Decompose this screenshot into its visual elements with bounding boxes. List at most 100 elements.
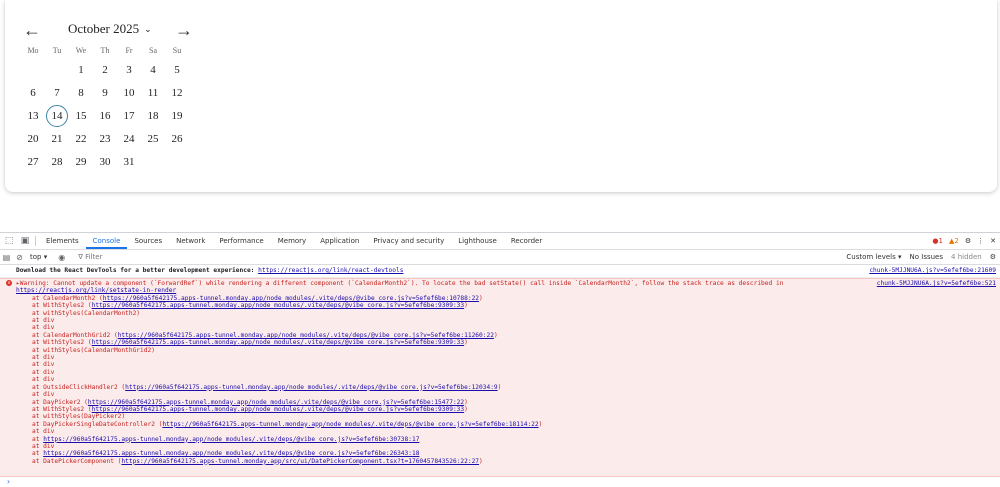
calendar-day-today[interactable]: 14 — [45, 104, 69, 127]
frame-source-link[interactable]: https://960a5f642175.apps-tunnel.monday.… — [162, 421, 538, 428]
stack-frame: at div — [0, 354, 1000, 361]
close-devtools-icon[interactable]: ✕ — [990, 237, 996, 245]
calendar-day[interactable]: 6 — [21, 81, 45, 104]
calendar-day[interactable]: 17 — [117, 104, 141, 127]
live-expression-eye-icon[interactable]: ◉ — [55, 253, 68, 262]
warning-header[interactable]: ✕ ▸Warning: Cannot update a component (`… — [0, 280, 1000, 287]
frame-source-link[interactable]: https://960a5f642175.apps-tunnel.monday.… — [103, 295, 479, 302]
tab-elements[interactable]: Elements — [39, 233, 86, 249]
frame-source-link[interactable]: https://960a5f642175.apps-tunnel.monday.… — [92, 406, 465, 413]
calendar-day[interactable]: 21 — [45, 127, 69, 150]
react-devtools-link[interactable]: https://reactjs.org/link/react-devtools — [258, 267, 403, 274]
warning-source-link[interactable]: chunk-5MJJNU6A.js?v=5efef6be:521 — [877, 280, 996, 287]
day-number: 28 — [51, 155, 63, 168]
tab-privacy-and-security[interactable]: Privacy and security — [366, 233, 451, 249]
calendar-day[interactable]: 16 — [93, 104, 117, 127]
calendar-day[interactable]: 25 — [141, 127, 165, 150]
day-number: 24 — [123, 132, 135, 145]
tab-sources[interactable]: Sources — [127, 233, 169, 249]
calendar-day[interactable]: 5 — [165, 58, 189, 81]
next-month-button[interactable]: → — [173, 20, 195, 40]
stack-frame: at CalendarMonth2 (https://960a5f642175.… — [0, 295, 1000, 302]
inspect-element-icon[interactable]: ⬚ — [2, 234, 16, 248]
stack-frame: at DatePickerComponent (https://960a5f64… — [0, 458, 1000, 465]
calendar-day[interactable]: 18 — [141, 104, 165, 127]
weekday-label: Th — [100, 46, 110, 55]
calendar-day[interactable]: 24 — [117, 127, 141, 150]
tab-application[interactable]: Application — [313, 233, 366, 249]
clear-console-icon[interactable]: ⊘ — [13, 253, 26, 262]
error-count-badge[interactable]: ●1 — [932, 237, 943, 245]
frame-name: at div — [32, 391, 55, 399]
frame-name: at WithStyles2 ( — [32, 339, 92, 347]
hidden-count: 4 hidden — [951, 253, 982, 261]
settings-gear-icon[interactable]: ⚙ — [965, 237, 971, 245]
calendar-day[interactable]: 9 — [93, 81, 117, 104]
frame-source-link[interactable]: https://960a5f642175.apps-tunnel.monday.… — [43, 436, 419, 443]
message-source-link[interactable]: chunk-5MJJNU6A.js?v=5efef6be:21609 — [869, 265, 996, 277]
day-number: 7 — [54, 86, 60, 99]
calendar-day[interactable]: 27 — [21, 150, 45, 173]
prev-month-button[interactable]: ← — [21, 20, 43, 40]
frame-suffix: ) — [493, 331, 498, 339]
warning-text: ▸Warning: Cannot update a component (`Fo… — [16, 280, 784, 287]
calendar-day[interactable]: 22 — [69, 127, 93, 150]
weekday-label: We — [75, 46, 87, 55]
calendar-day[interactable]: 7 — [45, 81, 69, 104]
frame-source-link[interactable]: https://960a5f642175.apps-tunnel.monday.… — [43, 450, 419, 457]
setstate-in-render-link[interactable]: https://reactjs.org/link/setstate-in-ren… — [16, 287, 176, 294]
device-toolbar-icon[interactable]: ▣ — [18, 234, 32, 248]
frame-source-link[interactable]: https://960a5f642175.apps-tunnel.monday.… — [92, 302, 465, 309]
calendar-day[interactable]: 11 — [141, 81, 165, 104]
tab-memory[interactable]: Memory — [271, 233, 313, 249]
calendar-day[interactable]: 23 — [93, 127, 117, 150]
weekday-header: Mo Tu We Th Fr Sa Su — [21, 46, 189, 55]
weekday-label: Sa — [149, 46, 157, 55]
log-levels-dropdown[interactable]: Custom levels ▾ — [846, 253, 901, 261]
warning-count-badge[interactable]: ▲2 — [949, 237, 959, 245]
issues-button[interactable]: No Issues — [910, 253, 944, 261]
calendar-day[interactable]: 4 — [141, 58, 165, 81]
day-number: 14 — [46, 104, 68, 127]
calendar-day[interactable]: 31 — [117, 150, 141, 173]
more-options-icon[interactable]: ⋮ — [977, 237, 984, 245]
context-select[interactable]: top ▾ — [30, 253, 47, 261]
frame-suffix: ) — [464, 302, 468, 310]
tab-recorder[interactable]: Recorder — [504, 233, 549, 249]
weekday-label: Fr — [125, 46, 133, 55]
month-year-dropdown[interactable]: October 2025 ⌄ — [68, 21, 152, 37]
filter-input[interactable]: ∇ Filter — [78, 253, 102, 261]
calendar-day[interactable]: 15 — [69, 104, 93, 127]
calendar-day[interactable]: 10 — [117, 81, 141, 104]
calendar-day[interactable]: 1 — [69, 58, 93, 81]
frame-name: at div — [32, 442, 55, 450]
frame-source-link[interactable]: https://960a5f642175.apps-tunnel.monday.… — [88, 399, 464, 406]
calendar-day[interactable]: 26 — [165, 127, 189, 150]
tab-performance[interactable]: Performance — [212, 233, 270, 249]
sidebar-toggle-icon[interactable]: ▤ — [0, 253, 13, 262]
frame-source-link[interactable]: https://960a5f642175.apps-tunnel.monday.… — [125, 384, 498, 391]
calendar-day[interactable]: 3 — [117, 58, 141, 81]
frame-source-link[interactable]: https://960a5f642175.apps-tunnel.monday.… — [121, 458, 479, 465]
console-settings-gear-icon[interactable]: ⚙ — [990, 253, 996, 261]
calendar-day[interactable]: 20 — [21, 127, 45, 150]
tab-console[interactable]: Console — [85, 233, 128, 249]
calendar-day-grid: 1 2 3 4 5 6 7 8 9 10 11 12 13 14 15 16 17 18 19 20 21 22 23 24 2… — [21, 58, 189, 173]
day-number: 22 — [75, 132, 87, 145]
calendar-day[interactable]: 13 — [21, 104, 45, 127]
calendar-day[interactable]: 29 — [69, 150, 93, 173]
calendar-day[interactable]: 30 — [93, 150, 117, 173]
frame-name: at WithStyles2 ( — [32, 302, 92, 310]
calendar-day[interactable]: 2 — [93, 58, 117, 81]
calendar-day[interactable]: 12 — [165, 81, 189, 104]
day-number: 9 — [102, 86, 108, 99]
calendar-day[interactable]: 8 — [69, 81, 93, 104]
tab-lighthouse[interactable]: Lighthouse — [451, 233, 504, 249]
calendar-day[interactable]: 19 — [165, 104, 189, 127]
tab-network[interactable]: Network — [169, 233, 212, 249]
calendar-day[interactable]: 28 — [45, 150, 69, 173]
frame-source-link[interactable]: https://960a5f642175.apps-tunnel.monday.… — [118, 332, 494, 339]
frame-name: at CalendarMonth2 ( — [32, 294, 103, 302]
console-output: Download the React DevTools for a better… — [0, 265, 1000, 487]
frame-source-link[interactable]: https://960a5f642175.apps-tunnel.monday.… — [92, 339, 465, 346]
